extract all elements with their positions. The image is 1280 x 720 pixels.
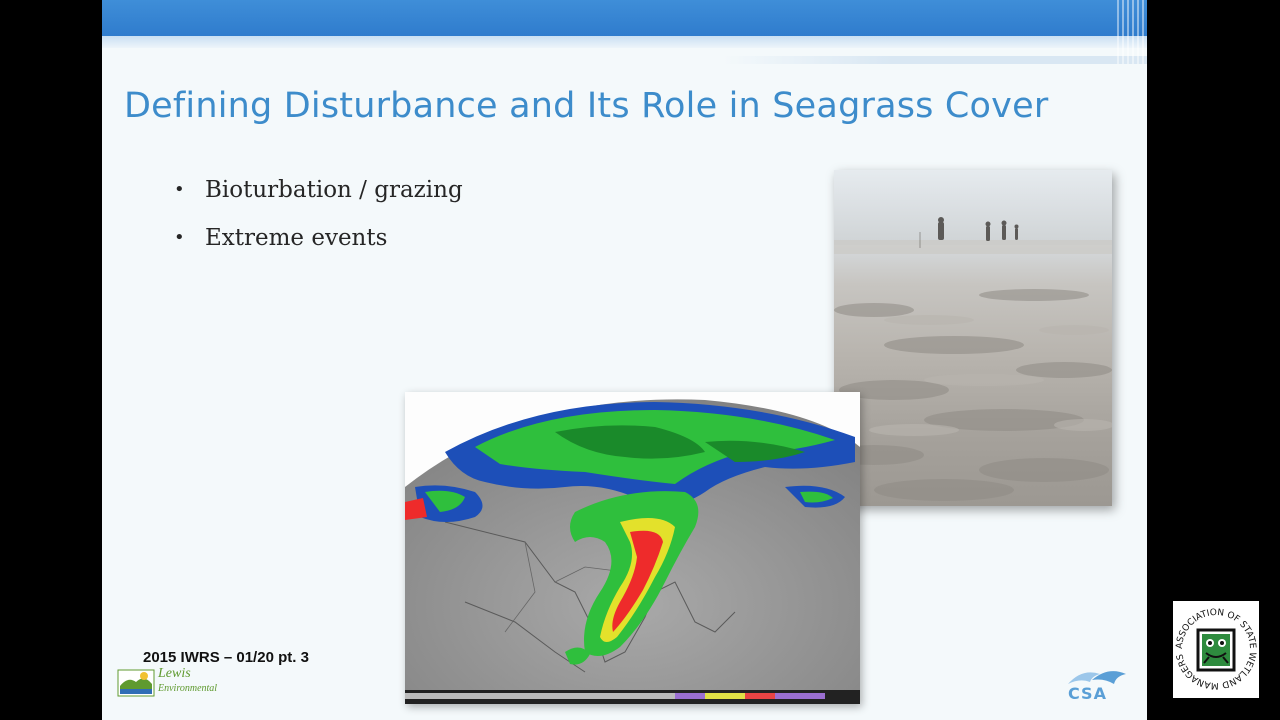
bullet-text: Bioturbation / grazing (205, 177, 463, 203)
header-accent-line (722, 56, 1147, 64)
satellite-storm-map (405, 392, 860, 704)
bullet-list: • Bioturbation / grazing • Extreme event… (174, 172, 463, 268)
lewis-logo-subtitle: Environmental (158, 683, 218, 694)
tidal-flat-photo (834, 170, 1112, 506)
wetland-managers-seal: ASSOCIATION OF STATE WETLAND MANAGERS • (1173, 601, 1259, 698)
header-shadow (102, 36, 1147, 48)
presentation-slide: Defining Disturbance and Its Role in Sea… (102, 0, 1147, 720)
bullet-icon: • (174, 179, 185, 200)
bullet-item: • Bioturbation / grazing (174, 172, 463, 220)
slide-title: Defining Disturbance and Its Role in Sea… (124, 86, 1049, 126)
header-bar (102, 0, 1147, 36)
bullet-icon: • (174, 227, 185, 248)
bullet-text: Extreme events (205, 225, 388, 251)
csa-logo-text: CSA (1068, 684, 1107, 703)
lewis-logo-name: Lewis (158, 666, 191, 681)
header-stripes (1117, 0, 1147, 64)
bullet-item: • Extreme events (174, 220, 463, 268)
